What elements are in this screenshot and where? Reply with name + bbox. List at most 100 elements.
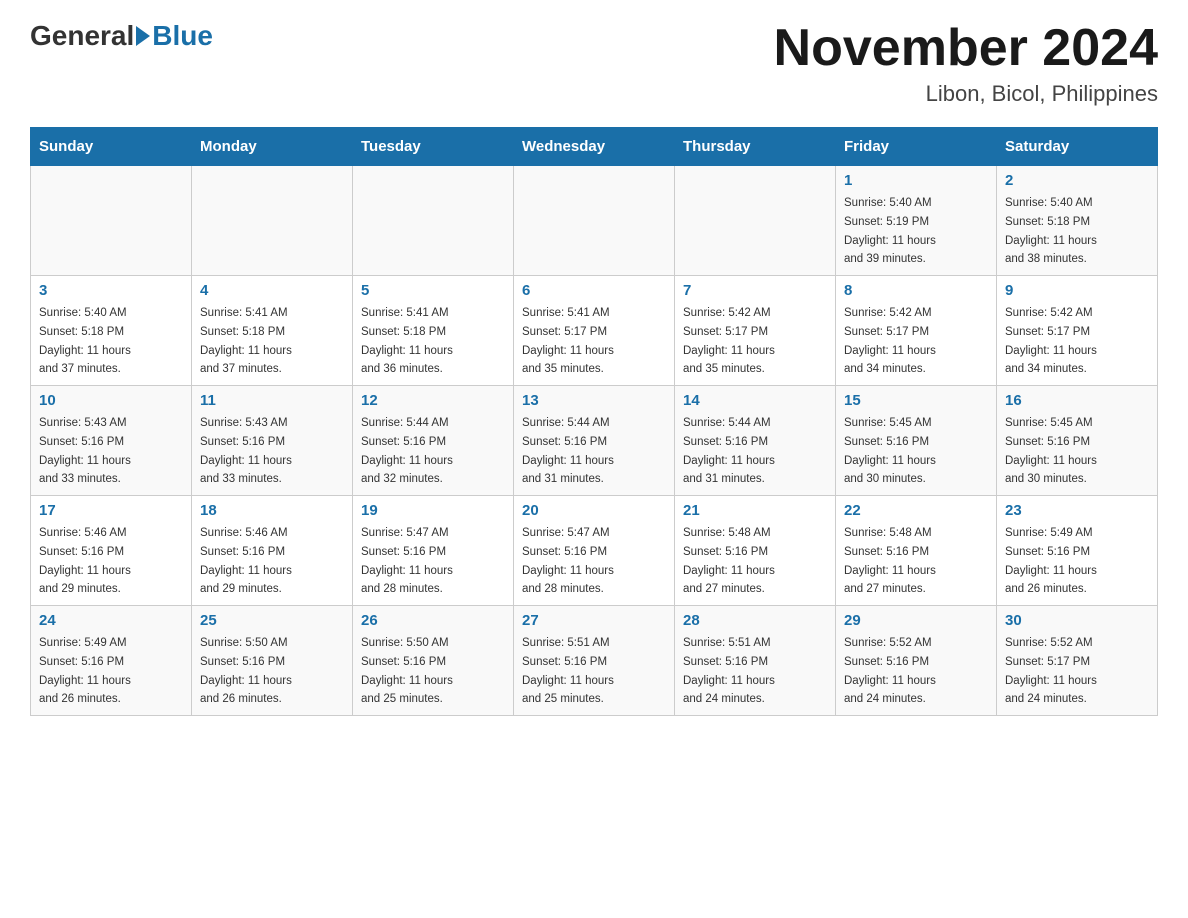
- col-sunday: Sunday: [31, 128, 192, 166]
- day-info: Sunrise: 5:44 AM Sunset: 5:16 PM Dayligh…: [361, 417, 453, 485]
- day-number: 8: [844, 282, 988, 299]
- calendar-cell: 21Sunrise: 5:48 AM Sunset: 5:16 PM Dayli…: [675, 496, 836, 606]
- day-info: Sunrise: 5:40 AM Sunset: 5:18 PM Dayligh…: [39, 307, 131, 375]
- logo-arrow-icon: [136, 26, 150, 46]
- calendar-cell: 1Sunrise: 5:40 AM Sunset: 5:19 PM Daylig…: [836, 166, 997, 276]
- day-info: Sunrise: 5:48 AM Sunset: 5:16 PM Dayligh…: [844, 527, 936, 595]
- calendar-cell: 18 Sunrise: 5:46 AM Sunset: 5:16 PM Dayli…: [192, 496, 353, 606]
- day-info: Sunrise: 5:50 AM Sunset: 5:16 PM Dayligh…: [361, 637, 453, 705]
- calendar-week-row: 10 Sunrise: 5:43 AM Sunset: 5:16 PM Dayli…: [31, 386, 1158, 496]
- calendar-cell: 6 Sunrise: 5:41 AM Sunset: 5:17 PM Daylig…: [514, 276, 675, 386]
- col-saturday: Saturday: [997, 128, 1158, 166]
- calendar-cell: 11 Sunrise: 5:43 AM Sunset: 5:16 PM Dayli…: [192, 386, 353, 496]
- day-info: Sunrise: 5:51 AM Sunset: 5:16 PM Dayligh…: [683, 637, 775, 705]
- day-info: Sunrise: 5:47 AM Sunset: 5:16 PM Dayligh…: [522, 527, 614, 595]
- day-number: 20: [522, 502, 666, 519]
- col-wednesday: Wednesday: [514, 128, 675, 166]
- day-info: Sunrise: 5:46 AM Sunset: 5:16 PM Dayligh…: [39, 527, 131, 595]
- day-number: 26: [361, 612, 505, 629]
- day-info: Sunrise: 5:50 AM Sunset: 5:16 PM Dayligh…: [200, 637, 292, 705]
- day-number: 7: [683, 282, 827, 299]
- calendar-cell: 23Sunrise: 5:49 AM Sunset: 5:16 PM Dayli…: [997, 496, 1158, 606]
- day-info: Sunrise: 5:41 AM Sunset: 5:17 PM Dayligh…: [522, 307, 614, 375]
- logo-general: General: [30, 20, 134, 52]
- col-monday: Monday: [192, 128, 353, 166]
- col-thursday: Thursday: [675, 128, 836, 166]
- day-info: Sunrise: 5:49 AM Sunset: 5:16 PM Dayligh…: [39, 637, 131, 705]
- month-year-title: November 2024: [774, 20, 1158, 77]
- day-info: Sunrise: 5:44 AM Sunset: 5:16 PM Dayligh…: [522, 417, 614, 485]
- calendar-cell: 4 Sunrise: 5:41 AM Sunset: 5:18 PM Daylig…: [192, 276, 353, 386]
- calendar-cell: 10Sunrise: 5:43 AM Sunset: 5:16 PM Dayli…: [31, 386, 192, 496]
- calendar-week-row: 24 Sunrise: 5:49 AM Sunset: 5:16 PM Dayli…: [31, 606, 1158, 716]
- day-number: 14: [683, 392, 827, 409]
- day-number: 5: [361, 282, 505, 299]
- calendar-cell: 30Sunrise: 5:52 AM Sunset: 5:17 PM Dayli…: [997, 606, 1158, 716]
- day-info: Sunrise: 5:40 AM Sunset: 5:18 PM Dayligh…: [1005, 197, 1097, 265]
- day-info: Sunrise: 5:41 AM Sunset: 5:18 PM Dayligh…: [200, 307, 292, 375]
- calendar-table: Sunday Monday Tuesday Wednesday Thursday…: [30, 127, 1158, 716]
- col-friday: Friday: [836, 128, 997, 166]
- day-number: 12: [361, 392, 505, 409]
- calendar-cell: 29 Sunrise: 5:52 AM Sunset: 5:16 PM Dayli…: [836, 606, 997, 716]
- day-number: 11: [200, 392, 344, 409]
- calendar-cell: 8 Sunrise: 5:42 AM Sunset: 5:17 PM Daylig…: [836, 276, 997, 386]
- title-area: November 2024 Libon, Bicol, Philippines: [774, 20, 1158, 107]
- day-number: 4: [200, 282, 344, 299]
- calendar-cell: 7Sunrise: 5:42 AM Sunset: 5:17 PM Daylig…: [675, 276, 836, 386]
- day-number: 13: [522, 392, 666, 409]
- day-number: 10: [39, 392, 183, 409]
- calendar-cell: 15 Sunrise: 5:45 AM Sunset: 5:16 PM Dayli…: [836, 386, 997, 496]
- day-number: 24: [39, 612, 183, 629]
- calendar-cell: 5 Sunrise: 5:41 AM Sunset: 5:18 PM Daylig…: [353, 276, 514, 386]
- day-number: 2: [1005, 172, 1149, 189]
- day-number: 15: [844, 392, 988, 409]
- day-info: Sunrise: 5:42 AM Sunset: 5:17 PM Dayligh…: [844, 307, 936, 375]
- location-subtitle: Libon, Bicol, Philippines: [774, 81, 1158, 107]
- calendar-week-row: 17 Sunrise: 5:46 AM Sunset: 5:16 PM Dayli…: [31, 496, 1158, 606]
- day-info: Sunrise: 5:45 AM Sunset: 5:16 PM Dayligh…: [1005, 417, 1097, 485]
- calendar-cell: [353, 166, 514, 276]
- day-info: Sunrise: 5:42 AM Sunset: 5:17 PM Dayligh…: [1005, 307, 1097, 375]
- day-info: Sunrise: 5:47 AM Sunset: 5:16 PM Dayligh…: [361, 527, 453, 595]
- calendar-cell: [192, 166, 353, 276]
- logo: General Blue: [30, 20, 213, 52]
- day-number: 28: [683, 612, 827, 629]
- day-number: 23: [1005, 502, 1149, 519]
- day-number: 6: [522, 282, 666, 299]
- logo-text: General Blue: [30, 20, 213, 52]
- calendar-cell: [675, 166, 836, 276]
- day-number: 19: [361, 502, 505, 519]
- day-number: 21: [683, 502, 827, 519]
- day-number: 22: [844, 502, 988, 519]
- calendar-week-row: 1Sunrise: 5:40 AM Sunset: 5:19 PM Daylig…: [31, 166, 1158, 276]
- calendar-cell: 26 Sunrise: 5:50 AM Sunset: 5:16 PM Dayli…: [353, 606, 514, 716]
- calendar-cell: 3 Sunrise: 5:40 AM Sunset: 5:18 PM Daylig…: [31, 276, 192, 386]
- calendar-cell: 24 Sunrise: 5:49 AM Sunset: 5:16 PM Dayli…: [31, 606, 192, 716]
- calendar-week-row: 3 Sunrise: 5:40 AM Sunset: 5:18 PM Daylig…: [31, 276, 1158, 386]
- logo-blue: Blue: [152, 20, 213, 52]
- day-number: 16: [1005, 392, 1149, 409]
- weekday-header-row: Sunday Monday Tuesday Wednesday Thursday…: [31, 128, 1158, 166]
- day-info: Sunrise: 5:51 AM Sunset: 5:16 PM Dayligh…: [522, 637, 614, 705]
- day-number: 3: [39, 282, 183, 299]
- calendar-cell: 25Sunrise: 5:50 AM Sunset: 5:16 PM Dayli…: [192, 606, 353, 716]
- calendar-cell: 22 Sunrise: 5:48 AM Sunset: 5:16 PM Dayli…: [836, 496, 997, 606]
- calendar-cell: 12 Sunrise: 5:44 AM Sunset: 5:16 PM Dayli…: [353, 386, 514, 496]
- day-number: 29: [844, 612, 988, 629]
- day-info: Sunrise: 5:45 AM Sunset: 5:16 PM Dayligh…: [844, 417, 936, 485]
- calendar-cell: 16 Sunrise: 5:45 AM Sunset: 5:16 PM Dayli…: [997, 386, 1158, 496]
- calendar-cell: 27Sunrise: 5:51 AM Sunset: 5:16 PM Dayli…: [514, 606, 675, 716]
- day-info: Sunrise: 5:41 AM Sunset: 5:18 PM Dayligh…: [361, 307, 453, 375]
- day-number: 17: [39, 502, 183, 519]
- calendar-cell: [514, 166, 675, 276]
- day-number: 9: [1005, 282, 1149, 299]
- calendar-cell: 19 Sunrise: 5:47 AM Sunset: 5:16 PM Dayli…: [353, 496, 514, 606]
- day-info: Sunrise: 5:43 AM Sunset: 5:16 PM Dayligh…: [200, 417, 292, 485]
- day-number: 30: [1005, 612, 1149, 629]
- calendar-cell: 20 Sunrise: 5:47 AM Sunset: 5:16 PM Dayli…: [514, 496, 675, 606]
- calendar-cell: 17 Sunrise: 5:46 AM Sunset: 5:16 PM Dayli…: [31, 496, 192, 606]
- day-info: Sunrise: 5:52 AM Sunset: 5:16 PM Dayligh…: [844, 637, 936, 705]
- day-number: 18: [200, 502, 344, 519]
- day-info: Sunrise: 5:46 AM Sunset: 5:16 PM Dayligh…: [200, 527, 292, 595]
